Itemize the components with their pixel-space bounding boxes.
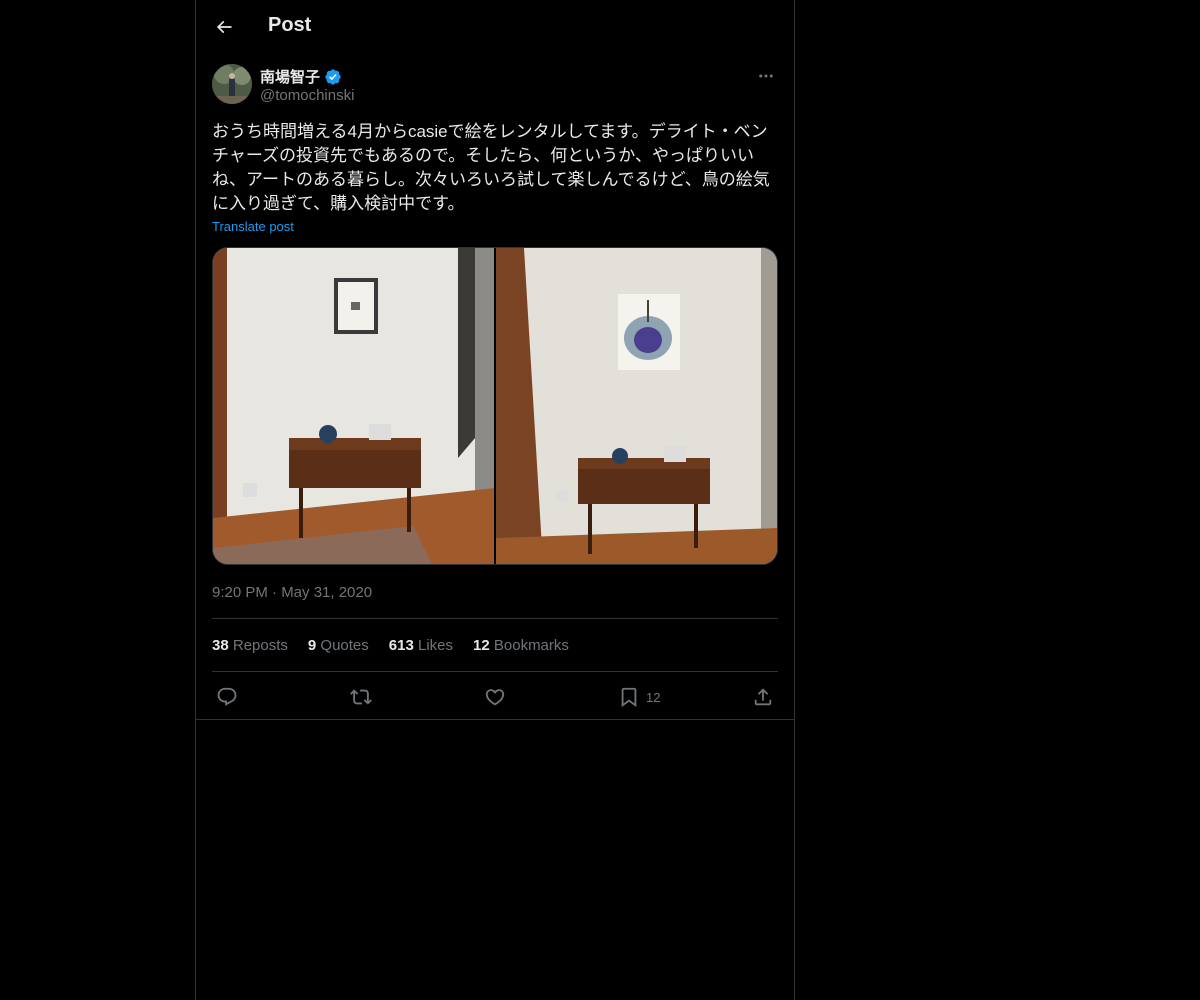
post-text: おうち時間増える4月からcasieで絵をレンタルしてます。デライト・ベンチャーズ… — [212, 122, 770, 213]
share-button[interactable] — [752, 686, 774, 708]
repost-icon — [350, 689, 372, 705]
avatar-image — [212, 64, 252, 104]
stat-quotes-count: 9 — [307, 637, 317, 654]
stat-quotes[interactable]: 9 Quotes — [308, 637, 369, 654]
main-column: Post 南場智子 @tomochinski おうち時間増える4月からcasie… — [195, 0, 795, 1000]
repost-button[interactable] — [350, 686, 372, 708]
stat-likes[interactable]: 613 Likes — [389, 637, 453, 654]
more-options-button[interactable] — [754, 66, 778, 86]
author-name-text: 南場智子 — [260, 69, 321, 86]
bookmark-icon — [621, 687, 637, 708]
bookmark-button[interactable]: 12 — [618, 686, 660, 708]
author-name[interactable]: 南場智子 — [260, 66, 342, 87]
arrow-left-icon — [216, 20, 232, 34]
stat-bookmarks-label: Bookmarks — [493, 637, 569, 654]
post-photo-1[interactable] — [213, 248, 494, 564]
reply-button[interactable] — [216, 686, 238, 708]
like-button[interactable] — [484, 686, 506, 708]
back-button[interactable] — [210, 13, 238, 41]
post-timestamp[interactable]: 9:20 PM · May 31, 2020 — [212, 584, 372, 601]
header: Post — [196, 0, 794, 54]
stat-likes-label: Likes — [417, 637, 454, 654]
stat-quotes-label: Quotes — [320, 637, 369, 654]
post-bottom-divider — [196, 719, 794, 720]
stat-reposts-label: Reposts — [232, 637, 288, 654]
stat-reposts[interactable]: 38 Reposts — [212, 637, 288, 654]
stat-bookmarks-count: 12 — [473, 637, 490, 654]
reply-icon — [217, 687, 237, 706]
stat-reposts-count: 38 — [212, 637, 229, 654]
bookmark-count: 12 — [646, 689, 661, 705]
stat-bookmarks[interactable]: 12 Bookmarks — [473, 637, 569, 654]
translate-link[interactable]: Translate post — [212, 219, 294, 234]
post-media — [212, 247, 778, 565]
avatar[interactable] — [212, 64, 252, 104]
share-icon — [754, 688, 772, 706]
post-stats: 38 Reposts 9 Quotes 613 Likes 12 Bookmar… — [212, 637, 569, 654]
verified-badge-icon — [324, 68, 342, 86]
more-dots-icon — [759, 74, 773, 78]
photo-room-frame — [213, 248, 494, 564]
author-handle[interactable]: @tomochinski — [260, 87, 354, 104]
page-title: Post — [268, 14, 312, 36]
divider — [212, 618, 778, 619]
divider — [212, 671, 778, 672]
stat-likes-count: 613 — [388, 637, 414, 654]
post-photo-2[interactable] — [496, 248, 777, 564]
photo-room-bird — [496, 248, 777, 564]
heart-icon — [485, 689, 505, 706]
post-actions: 12 — [212, 674, 778, 720]
